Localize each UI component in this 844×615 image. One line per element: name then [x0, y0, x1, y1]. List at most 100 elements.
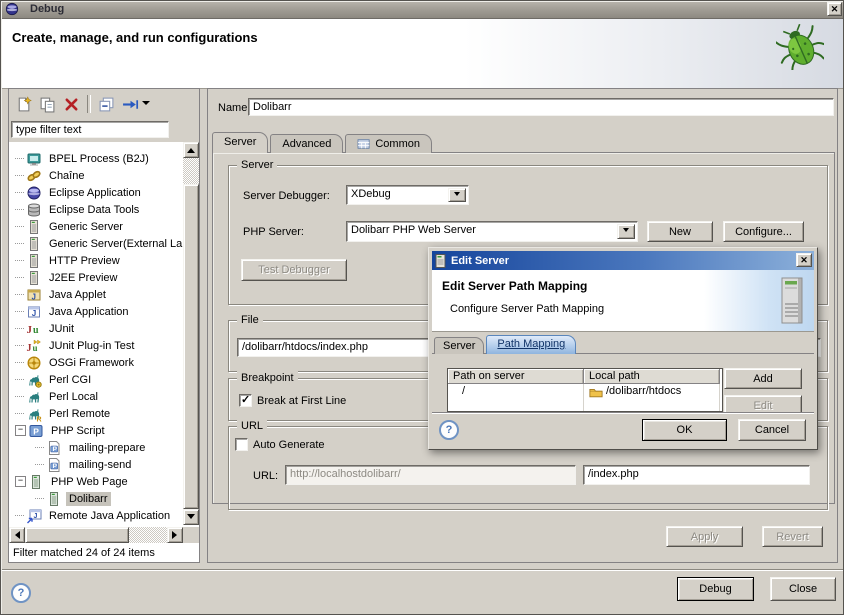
tree-item-label: JUnit Plug-in Test — [46, 339, 137, 353]
server-icon — [26, 253, 42, 269]
edit-server-close-button[interactable]: ✕ — [796, 253, 812, 267]
edit-server-header: Edit Server Path Mapping Configure Serve… — [432, 270, 814, 332]
tree-item-http-preview[interactable]: HTTP Preview — [9, 252, 183, 269]
webpage-icon — [46, 491, 62, 507]
column-local-path[interactable]: Local path — [584, 369, 720, 384]
tree-item-remote-java-application[interactable]: JRemote Java Application — [9, 507, 183, 524]
help-icon[interactable]: ? — [11, 583, 31, 603]
tree-item-label: Perl Remote — [46, 407, 113, 421]
tree-item-j2ee-preview[interactable]: J2EE Preview — [9, 269, 183, 286]
tree-item-eclipse-application[interactable]: Eclipse Application — [9, 184, 183, 201]
delete-configuration-icon[interactable] — [61, 94, 81, 114]
perl-cgi-icon — [26, 372, 42, 388]
path-mapping-tab-content: Path on server Local path //dolibarr/htd… — [432, 353, 814, 413]
filter-input[interactable]: type filter text — [11, 121, 169, 138]
tree-item-label: PHP Web Page — [48, 475, 131, 489]
footer-separator — [0, 569, 844, 571]
edit-server-tab-path-mapping[interactable]: Path Mapping — [486, 335, 576, 354]
column-path-on-server[interactable]: Path on server — [448, 369, 584, 384]
tree-item-label: JUnit — [46, 322, 77, 336]
server-path-cell: / — [448, 384, 584, 399]
scroll-left-arrow[interactable] — [9, 527, 25, 543]
edit-server-tab-server[interactable]: Server — [434, 337, 484, 354]
tree-item-label: J2EE Preview — [46, 271, 120, 285]
svg-text:u: u — [33, 343, 38, 353]
new-configuration-icon[interactable] — [13, 94, 33, 114]
path-mapping-row[interactable]: //dolibarr/htdocs — [448, 384, 722, 399]
tree-horizontal-scrollbar[interactable] — [9, 527, 183, 543]
tree-item-php-web-page[interactable]: − PHP Web Page — [9, 473, 183, 490]
tree-item-label: Eclipse Application — [46, 186, 144, 200]
configure-server-button[interactable]: Configure... — [723, 221, 804, 242]
osgi-icon — [26, 355, 42, 371]
filter-dropdown-arrow-icon[interactable] — [142, 101, 150, 109]
edit-server-title: Edit Server — [451, 255, 509, 267]
tree-item-perl-local[interactable]: Perl Local — [9, 388, 183, 405]
ok-button[interactable]: OK — [642, 419, 727, 441]
chain-icon — [26, 168, 42, 184]
window-titlebar[interactable]: Debug ✕ — [0, 0, 844, 19]
tab-server[interactable]: Server — [212, 132, 268, 153]
auto-generate-checkbox[interactable] — [235, 438, 248, 451]
url-path-input[interactable]: /index.php — [583, 465, 810, 485]
window-close-button[interactable]: ✕ — [827, 2, 842, 16]
tree-item-label: mailing-prepare — [66, 441, 148, 455]
cancel-button[interactable]: Cancel — [738, 419, 806, 441]
tree-item-php-script[interactable]: −PPHP Script — [9, 422, 183, 439]
collapse-all-icon[interactable] — [96, 94, 116, 114]
revert-button[interactable]: Revert — [762, 526, 823, 547]
php-server-combo[interactable]: Dolibarr PHP Web Server — [346, 221, 638, 242]
new-server-button[interactable]: New — [647, 221, 713, 242]
horizontal-scroll-thumb[interactable] — [25, 527, 129, 543]
tab-advanced[interactable]: Advanced — [270, 134, 343, 153]
base-url-input[interactable]: http://localhostdolibarr/ — [285, 465, 576, 485]
configuration-name-input[interactable]: Dolibarr — [248, 98, 834, 116]
tree-item-java-applet[interactable]: JJava Applet — [9, 286, 183, 303]
tree-item-dolibarr[interactable]: Dolibarr — [9, 490, 183, 507]
close-button[interactable]: Close — [770, 577, 836, 601]
tree-item-generic-server-external-la[interactable]: Generic Server(External La — [9, 235, 183, 252]
server-debugger-combo[interactable]: XDebug — [346, 185, 469, 205]
filter-status-text: Filter matched 24 of 24 items — [13, 545, 195, 561]
break-first-line-checkbox[interactable] — [239, 394, 252, 407]
add-mapping-button[interactable]: Add — [724, 368, 802, 389]
debug-button[interactable]: Debug — [677, 577, 754, 601]
php-file-icon: P — [46, 440, 62, 456]
tree-item-bpel-process-b2j[interactable]: BPEL Process (B2J) — [9, 150, 183, 167]
tree-item-java-application[interactable]: JJava Application — [9, 303, 183, 320]
server-icon — [26, 236, 42, 252]
scroll-up-arrow[interactable] — [183, 142, 199, 158]
apply-button[interactable]: Apply — [666, 526, 743, 547]
edit-server-titlebar[interactable]: Edit Server ✕ — [432, 251, 814, 270]
tree-item-label: OSGi Framework — [46, 356, 137, 370]
webpage-icon — [28, 474, 44, 490]
tree-item-osgi-framework[interactable]: OSGi Framework — [9, 354, 183, 371]
tree-item-junit[interactable]: JuJUnit — [9, 320, 183, 337]
tree-item-cha-ne[interactable]: Chaîne — [9, 167, 183, 184]
vertical-scroll-thumb[interactable] — [183, 184, 199, 509]
tree-item-perl-remote[interactable]: RPerl Remote — [9, 405, 183, 422]
combo-arrow-icon[interactable] — [617, 224, 635, 239]
tree-vertical-scrollbar[interactable] — [183, 142, 199, 525]
tree-item-junit-plug-in-test[interactable]: JuJUnit Plug-in Test — [9, 337, 183, 354]
svg-text:u: u — [33, 325, 39, 336]
tree-item-mailing-send[interactable]: Pmailing-send — [9, 456, 183, 473]
combo-arrow-icon[interactable] — [448, 188, 466, 202]
scroll-right-arrow[interactable] — [167, 527, 183, 543]
test-debugger-button[interactable]: Test Debugger — [241, 259, 347, 281]
edit-server-help-icon[interactable]: ? — [439, 420, 459, 440]
duplicate-configuration-icon[interactable] — [37, 94, 57, 114]
configurations-panel: type filter text BPEL Process (B2J)Chaîn… — [8, 88, 200, 563]
collapse-expander-icon[interactable]: − — [15, 476, 26, 487]
collapse-expander-icon[interactable]: − — [15, 425, 26, 436]
toolbar-separator — [87, 95, 91, 113]
tab-common[interactable]: Common — [345, 134, 432, 153]
tree-item-generic-server[interactable]: Generic Server — [9, 218, 183, 235]
tree-item-perl-cgi[interactable]: Perl CGI — [9, 371, 183, 388]
svg-text:J: J — [32, 309, 36, 318]
tree-item-eclipse-data-tools[interactable]: Eclipse Data Tools — [9, 201, 183, 218]
edit-mapping-button[interactable]: Edit — [724, 395, 802, 413]
filter-menu-icon[interactable] — [120, 94, 140, 114]
scroll-down-arrow[interactable] — [183, 509, 199, 525]
tree-item-mailing-prepare[interactable]: Pmailing-prepare — [9, 439, 183, 456]
